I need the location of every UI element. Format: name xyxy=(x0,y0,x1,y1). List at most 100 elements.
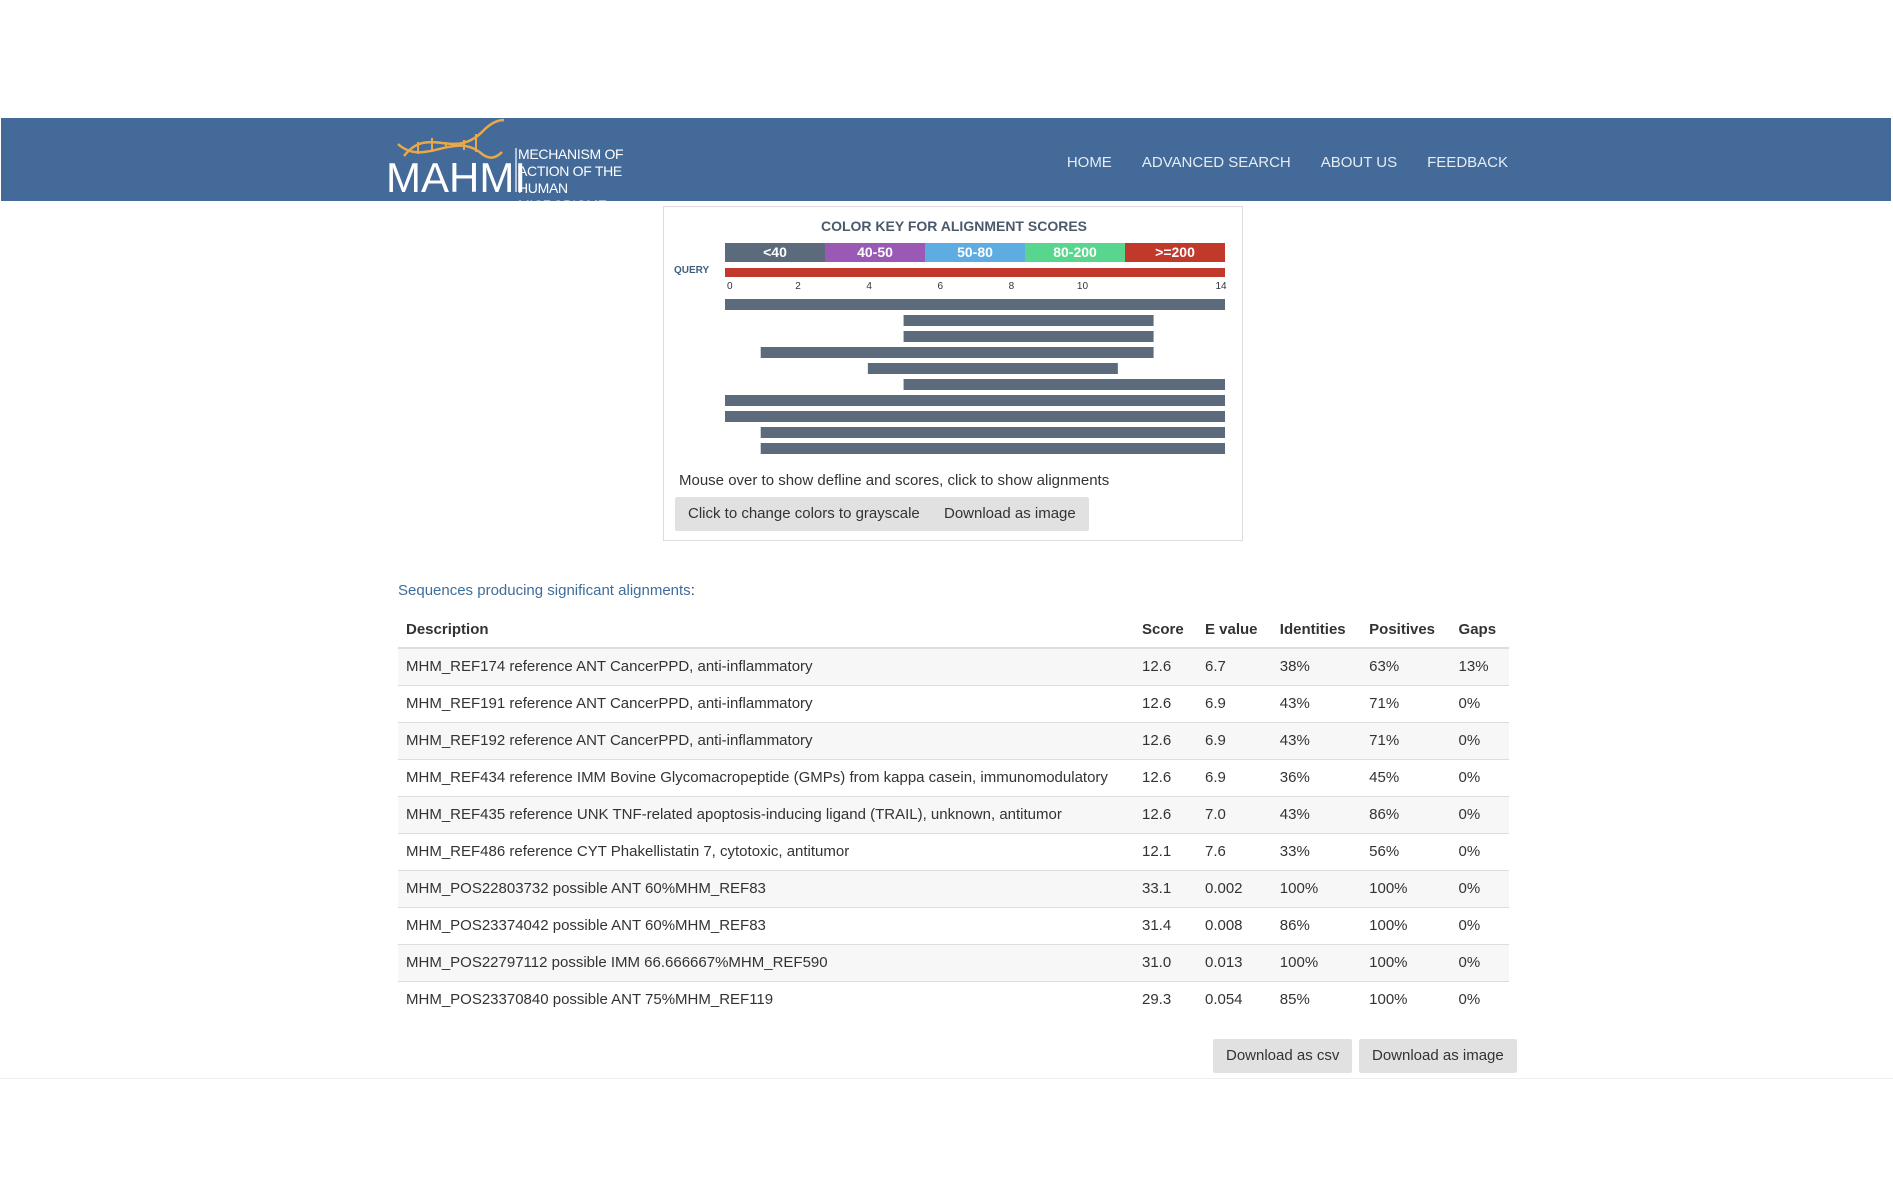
table-row[interactable]: MHM_REF486 reference CYT Phakellistatin … xyxy=(398,832,1509,870)
cell-description[interactable]: MHM_REF191 reference ANT CancerPPD, anti… xyxy=(398,684,1134,722)
svg-text:MAHMI: MAHMI xyxy=(386,154,524,201)
hit-bar[interactable] xyxy=(760,427,1225,438)
cell-description[interactable]: MHM_POS23374042 possible ANT 60%MHM_REF8… xyxy=(398,906,1134,944)
hit-bar[interactable] xyxy=(903,315,1154,326)
nav-advanced-search[interactable]: ADVANCED SEARCH xyxy=(1142,154,1291,171)
cell-description[interactable]: MHM_REF174 reference ANT CancerPPD, anti… xyxy=(398,647,1134,685)
cell-score: 12.6 xyxy=(1134,795,1197,833)
legend-label: 40-50 xyxy=(857,244,893,260)
download-graphic-image-button[interactable]: Download as image xyxy=(931,497,1089,531)
col-evalue[interactable]: E value xyxy=(1196,611,1272,649)
cell-identities: 33% xyxy=(1271,832,1362,870)
cell-gaps: 0% xyxy=(1450,832,1509,870)
cell-gaps: 0% xyxy=(1450,943,1509,981)
cell-description[interactable]: MHM_POS22797112 possible IMM 66.666667%M… xyxy=(398,943,1134,981)
logo-tagline: MECHANISM OF ACTION OF THE HUMAN MICROBI… xyxy=(518,146,649,214)
hit-bar[interactable] xyxy=(760,347,1154,358)
cell-description[interactable]: MHM_REF192 reference ANT CancerPPD, anti… xyxy=(398,721,1134,759)
cell-positives: 63% xyxy=(1361,647,1451,685)
cell-score: 12.6 xyxy=(1134,647,1197,685)
hit-bar[interactable] xyxy=(867,363,1118,374)
table-row[interactable]: MHM_REF174 reference ANT CancerPPD, anti… xyxy=(398,647,1509,685)
color-key-title: COLOR KEY FOR ALIGNMENT SCORES xyxy=(821,218,1087,234)
hit-bar[interactable] xyxy=(725,411,1225,422)
col-positives[interactable]: Positives xyxy=(1361,611,1451,649)
cell-gaps: 0% xyxy=(1450,869,1509,907)
hit-bars xyxy=(725,299,1225,454)
axis-tick-label: 4 xyxy=(866,281,872,292)
axis-tick-label: 14 xyxy=(1215,281,1227,292)
cell-description[interactable]: MHM_REF434 reference IMM Bovine Glycomac… xyxy=(398,758,1134,796)
table-row[interactable]: MHM_REF434 reference IMM Bovine Glycomac… xyxy=(398,758,1509,796)
hit-bar[interactable] xyxy=(903,331,1154,342)
col-score[interactable]: Score xyxy=(1134,611,1197,649)
cell-identities: 100% xyxy=(1271,943,1362,981)
cell-score: 33.1 xyxy=(1134,869,1197,907)
cell-identities: 38% xyxy=(1271,647,1362,685)
col-gaps[interactable]: Gaps xyxy=(1450,611,1509,649)
axis-ticks: 0 2 4 6 8 10 14 xyxy=(727,281,1227,292)
cell-evalue: 0.008 xyxy=(1196,906,1272,944)
table-row[interactable]: MHM_POS22803732 possible ANT 60%MHM_REF8… xyxy=(398,869,1509,907)
nav-feedback[interactable]: FEEDBACK xyxy=(1427,154,1508,171)
cell-positives: 100% xyxy=(1361,943,1451,981)
cell-description[interactable]: MHM_POS22803732 possible ANT 60%MHM_REF8… xyxy=(398,869,1134,907)
cell-positives: 100% xyxy=(1361,980,1451,1018)
cell-description[interactable]: MHM_REF435 reference UNK TNF-related apo… xyxy=(398,795,1134,833)
cell-gaps: 0% xyxy=(1450,906,1509,944)
tagline-line: ACTION OF THE xyxy=(518,163,622,179)
legend-label: 80-200 xyxy=(1053,244,1097,260)
nav-home[interactable]: HOME xyxy=(1067,154,1112,171)
cell-score: 12.1 xyxy=(1134,832,1197,870)
table-row[interactable]: MHM_REF192 reference ANT CancerPPD, anti… xyxy=(398,721,1509,759)
hit-bar[interactable] xyxy=(903,379,1225,390)
alignment-graphic-panel: COLOR KEY FOR ALIGNMENT SCORES <40 40-50 5… xyxy=(663,206,1243,541)
graphic-help-text: Mouse over to show defline and scores, c… xyxy=(679,472,1110,489)
color-key-legend: <40 40-50 50-80 80-200 >=200 xyxy=(725,243,1225,262)
cell-description[interactable]: MHM_POS23370840 possible ANT 75%MHM_REF1… xyxy=(398,980,1134,1018)
col-description[interactable]: Description xyxy=(398,611,1134,649)
cell-positives: 71% xyxy=(1361,684,1451,722)
cell-gaps: 0% xyxy=(1450,980,1509,1018)
hit-bar[interactable] xyxy=(725,299,1225,310)
hit-bar[interactable] xyxy=(725,395,1225,406)
grayscale-button[interactable]: Click to change colors to grayscale xyxy=(675,497,933,531)
cell-identities: 43% xyxy=(1271,721,1362,759)
cell-identities: 86% xyxy=(1271,906,1362,944)
axis-tick-label: 10 xyxy=(1077,281,1089,292)
results-heading: Sequences producing significant alignmen… xyxy=(398,582,695,599)
cell-score: 31.4 xyxy=(1134,906,1197,944)
navbar: MAHMI MECHANISM OF ACTION OF THE HUMAN M… xyxy=(1,118,1891,213)
cell-evalue: 0.002 xyxy=(1196,869,1272,907)
download-table-image-button[interactable]: Download as image xyxy=(1359,1039,1517,1073)
legend-label: 50-80 xyxy=(957,244,993,260)
results-heading-colon: : xyxy=(690,582,695,599)
tagline-line: MECHANISM OF xyxy=(518,146,624,162)
dna-helix-logo-icon: MAHMI xyxy=(386,118,524,201)
cell-positives: 100% xyxy=(1361,906,1451,944)
cell-evalue: 7.6 xyxy=(1196,832,1272,870)
cell-evalue: 6.9 xyxy=(1196,684,1272,722)
cell-positives: 71% xyxy=(1361,721,1451,759)
table-row[interactable]: MHM_POS23370840 possible ANT 75%MHM_REF1… xyxy=(398,980,1509,1018)
results-table: Description Score E value Identities Pos… xyxy=(398,611,1509,1018)
axis-tick-label: 6 xyxy=(937,281,943,292)
table-row[interactable]: MHM_POS23374042 possible ANT 60%MHM_REF8… xyxy=(398,906,1509,944)
site-logo[interactable]: MAHMI MECHANISM OF ACTION OF THE HUMAN M… xyxy=(384,118,649,213)
cell-score: 12.6 xyxy=(1134,684,1197,722)
cell-gaps: 13% xyxy=(1450,647,1509,685)
tagline-line: HUMAN MICROBIOME xyxy=(518,180,607,213)
cell-identities: 36% xyxy=(1271,758,1362,796)
cell-description[interactable]: MHM_REF486 reference CYT Phakellistatin … xyxy=(398,832,1134,870)
cell-identities: 100% xyxy=(1271,869,1362,907)
cell-score: 29.3 xyxy=(1134,980,1197,1018)
table-row[interactable]: MHM_REF435 reference UNK TNF-related apo… xyxy=(398,795,1509,833)
table-row[interactable]: MHM_REF191 reference ANT CancerPPD, anti… xyxy=(398,684,1509,722)
hit-bar[interactable] xyxy=(760,443,1225,454)
query-label: QUERY xyxy=(674,265,710,276)
table-row[interactable]: MHM_POS22797112 possible IMM 66.666667%M… xyxy=(398,943,1509,981)
download-csv-button[interactable]: Download as csv xyxy=(1213,1039,1353,1073)
col-identities[interactable]: Identities xyxy=(1271,611,1362,649)
nav-about-us[interactable]: ABOUT US xyxy=(1321,154,1397,171)
cell-evalue: 6.7 xyxy=(1196,647,1272,685)
